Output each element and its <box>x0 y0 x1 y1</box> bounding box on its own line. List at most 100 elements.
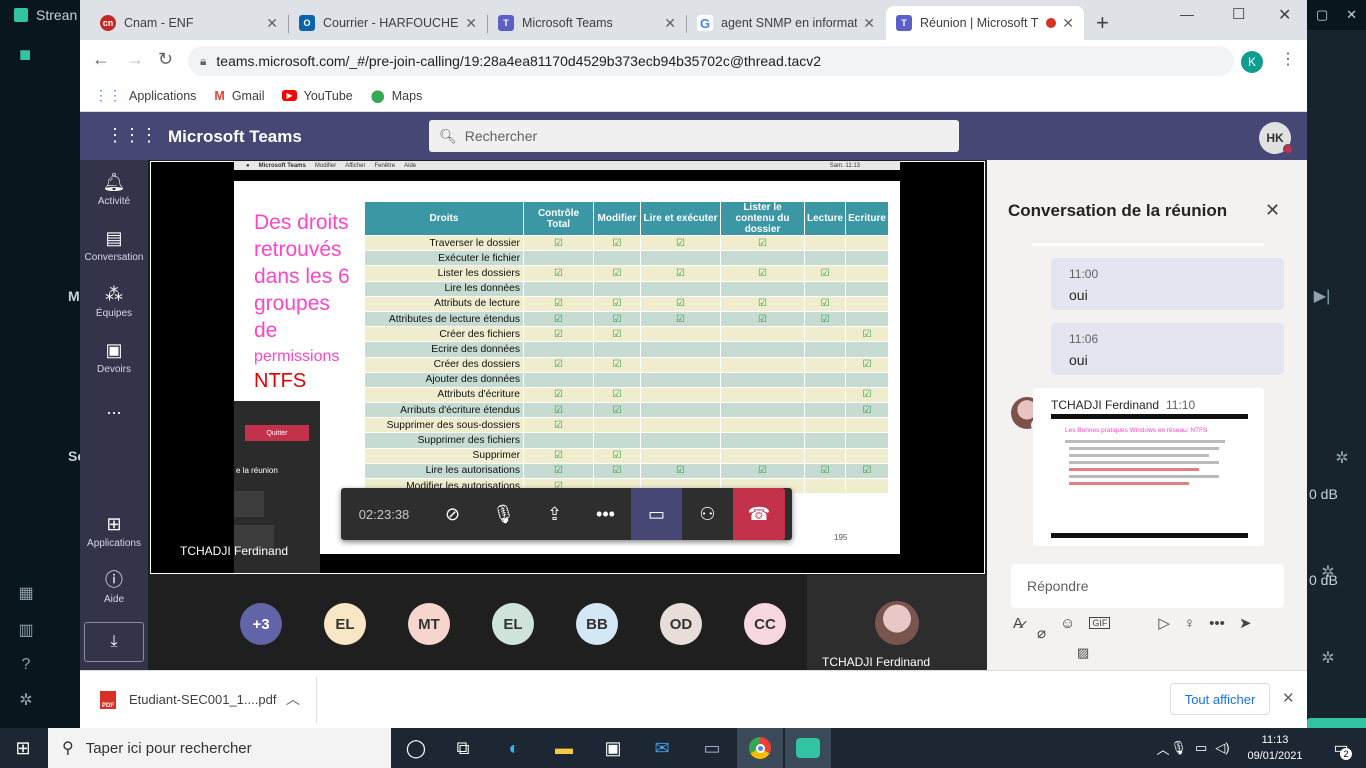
browser-tab[interactable]: cn Cnam - ENF ✕ <box>90 6 288 40</box>
empty-cell <box>523 371 594 388</box>
minimize-icon[interactable]: — <box>1180 6 1194 22</box>
more-options-icon[interactable]: ••• <box>1209 615 1225 632</box>
download-filename[interactable]: Etudiant-SEC001_1....pdf <box>129 692 276 707</box>
search-input[interactable]: 🔍︎ Rechercher <box>429 120 959 152</box>
mic-icon[interactable]: 🎙︎ <box>1170 740 1187 756</box>
browser-tab[interactable]: T Microsoft Teams ✕ <box>488 6 686 40</box>
bookmark-gmail[interactable]: M Gmail <box>214 89 264 103</box>
taskbar-search[interactable]: ⚲ Taper ici pour rechercher <box>48 728 391 768</box>
participant-avatar[interactable]: EL <box>324 603 366 645</box>
rail-item-chat[interactable]: ▤ Conversation <box>80 226 148 263</box>
send-icon[interactable]: ➤ <box>1239 614 1252 632</box>
rail-item-assignments[interactable]: ▣ Devoirs <box>80 338 148 375</box>
participant-avatar[interactable]: BB <box>576 603 618 645</box>
volume-icon[interactable]: ◁) <box>1215 740 1229 756</box>
store-icon[interactable]: ▣ <box>590 728 636 768</box>
streamlabs-taskbar-icon[interactable] <box>785 728 831 768</box>
chat-post[interactable]: TCHADJI Ferdinand 11:10 Les Bonnes prati… <box>1033 388 1264 546</box>
close-downloads-icon[interactable]: ✕ <box>1282 689 1295 707</box>
post-image[interactable]: Les Bonnes pratiques Windows en réseau: … <box>1051 414 1248 538</box>
notifications-icon[interactable]: ▭ 2 <box>1318 728 1364 768</box>
more-apps-button[interactable]: ... <box>80 398 148 419</box>
edge-icon[interactable]: ◐ <box>491 728 537 768</box>
gear-icon[interactable]: ✲ <box>1327 448 1357 468</box>
participant-overflow[interactable]: +3 <box>240 603 282 645</box>
user-avatar[interactable]: HK <box>1259 122 1293 154</box>
share-button[interactable]: ⇪ <box>529 488 580 540</box>
chrome-icon[interactable] <box>737 728 783 768</box>
hang-up-button[interactable]: ☎ <box>733 488 785 540</box>
emoji-icon[interactable]: ☺ <box>1060 615 1075 632</box>
browser-tab-active[interactable]: T Réunion | Microsoft T ✕ <box>886 6 1084 40</box>
close-tab-icon[interactable]: ✕ <box>266 15 278 32</box>
settings-icon[interactable]: ✲ <box>11 690 41 710</box>
chat-message[interactable]: 11:06 oui <box>1051 323 1284 375</box>
rail-item-help[interactable]: ⓘ Aide <box>80 568 148 605</box>
remote-desktop-icon[interactable]: ▭ <box>689 728 735 768</box>
help-icon[interactable]: ? <box>11 656 41 674</box>
windows-start-icon[interactable]: ⊞ <box>0 728 46 768</box>
mute-button[interactable]: 🎙︎ <box>478 488 529 540</box>
sticker-icon[interactable]: ▨ <box>1077 645 1089 661</box>
back-icon[interactable]: ← <box>92 49 110 70</box>
chat-message[interactable]: 11:00 oui <box>1051 258 1284 310</box>
checkmark-icon: ☑ <box>640 265 721 282</box>
close-tab-icon[interactable]: ✕ <box>863 15 875 32</box>
mail-icon[interactable]: ✉ <box>639 728 685 768</box>
bookmark-maps[interactable]: ⬤ Maps <box>371 88 423 104</box>
participants-button[interactable]: ⚇ <box>682 488 733 540</box>
download-app-icon[interactable]: ⤓ <box>84 622 144 662</box>
task-view-icon[interactable]: ⧉ <box>440 728 486 768</box>
skip-icon[interactable]: ▶| <box>1307 286 1337 306</box>
profile-avatar[interactable]: K <box>1241 51 1263 73</box>
gear-icon[interactable]: ✲ <box>1313 648 1343 668</box>
columns-icon[interactable]: ▥ <box>11 620 41 640</box>
participant-video-tile[interactable]: TCHADJI Ferdinand <box>807 575 987 670</box>
close-tab-icon[interactable]: ✕ <box>465 15 477 32</box>
close-tab-icon[interactable]: ✕ <box>1062 15 1074 32</box>
taskbar-clock[interactable]: 11:13 09/01/2021 <box>1246 732 1304 764</box>
file-explorer-icon[interactable]: ▬ <box>541 728 587 768</box>
chat-toggle-button[interactable]: ▭ <box>631 488 682 540</box>
bookmark-applications[interactable]: ⋮⋮ Applications <box>94 87 196 104</box>
close-window-icon[interactable]: ✕ <box>1278 5 1291 25</box>
participant-avatar[interactable]: OD <box>660 603 702 645</box>
empty-cell <box>845 310 889 328</box>
rail-item-activity[interactable]: 🔔︎ Activité <box>80 170 148 207</box>
cortana-icon[interactable]: ◯ <box>393 728 439 768</box>
battery-icon[interactable]: ▭ <box>1195 740 1207 756</box>
attach-icon[interactable]: ⌀ <box>1037 624 1046 642</box>
row-label: Attributs de lecture <box>364 295 524 312</box>
reload-icon[interactable]: ↻ <box>158 49 173 70</box>
grid-icon[interactable]: ▦ <box>11 583 41 603</box>
maximize-icon[interactable]: ▢ <box>1316 7 1328 23</box>
participant-avatar[interactable]: EL <box>492 603 534 645</box>
close-icon[interactable]: ✕ <box>1346 7 1357 23</box>
chevron-up-icon[interactable]: ︿ <box>286 689 300 709</box>
bookmark-youtube[interactable]: ▶ YouTube <box>282 89 353 103</box>
app-launcher-icon[interactable]: ⋮⋮⋮ <box>106 125 158 146</box>
maximize-icon[interactable]: ☐ <box>1232 5 1245 23</box>
menu-icon[interactable]: ⋮ <box>1280 49 1296 69</box>
address-bar[interactable]: 🔒︎ teams.microsoft.com/_#/pre-join-calli… <box>188 46 1234 76</box>
participant-avatar[interactable]: MT <box>408 603 450 645</box>
checkmark-icon: ☑ <box>593 386 641 404</box>
praise-icon[interactable]: ♀ <box>1184 615 1195 632</box>
browser-tab[interactable]: O Courrier - HARFOUCHE K ✕ <box>289 6 487 40</box>
participant-avatar[interactable]: CC <box>744 603 786 645</box>
format-icon[interactable]: A̷ <box>1013 615 1023 632</box>
more-actions-button[interactable]: ••• <box>580 488 631 540</box>
rail-item-apps[interactable]: ⊞ Applications <box>80 512 148 549</box>
gif-icon[interactable]: GIF <box>1089 617 1111 629</box>
reply-input[interactable]: Répondre <box>1011 564 1284 608</box>
new-tab-icon[interactable]: + <box>1096 10 1109 36</box>
close-chat-icon[interactable]: ✕ <box>1265 200 1280 221</box>
camera-icon[interactable]: ■ <box>10 44 40 67</box>
browser-tab[interactable]: G agent SNMP en informati ✕ <box>687 6 885 40</box>
camera-off-button[interactable]: ⊘ <box>427 488 478 540</box>
forward-icon[interactable]: → <box>126 49 144 70</box>
send-later-icon[interactable]: ▷ <box>1158 614 1170 632</box>
rail-item-teams[interactable]: ⁂ Équipes <box>80 282 148 319</box>
show-all-downloads-button[interactable]: Tout afficher <box>1170 683 1270 715</box>
close-tab-icon[interactable]: ✕ <box>664 15 676 32</box>
